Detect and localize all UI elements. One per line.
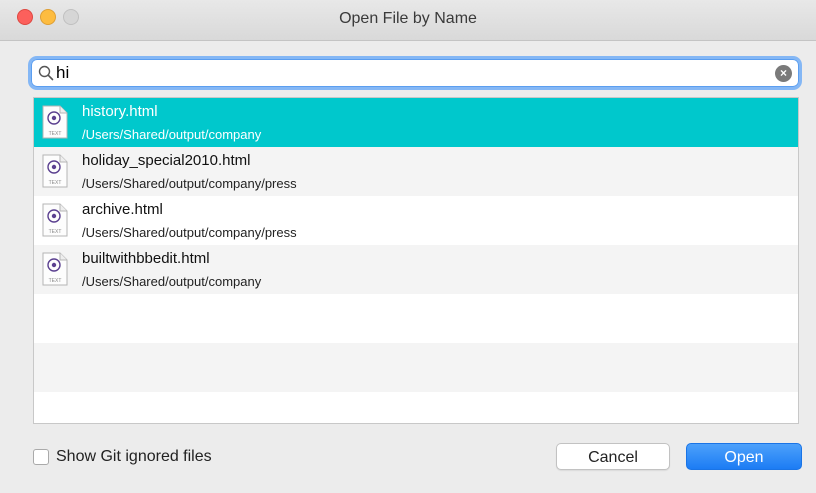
search-field[interactable]: × — [31, 59, 799, 87]
empty-row — [34, 343, 798, 392]
open-button[interactable]: Open — [686, 443, 802, 470]
search-input[interactable] — [56, 61, 756, 85]
result-row[interactable]: TEXT builtwithbbedit.html/Users/Shared/ou… — [34, 245, 798, 294]
file-name: history.html — [82, 103, 158, 120]
text-file-icon: TEXT — [42, 154, 68, 188]
file-path: /Users/Shared/output/company/press — [82, 225, 297, 240]
file-type-label: TEXT — [49, 131, 62, 137]
text-file-icon: TEXT — [42, 203, 68, 237]
title-bar: Open File by Name — [0, 0, 816, 41]
show-git-ignored-label[interactable]: Show Git ignored files — [56, 448, 212, 466]
search-icon — [38, 65, 54, 81]
cancel-button[interactable]: Cancel — [556, 443, 670, 470]
window-title: Open File by Name — [339, 10, 477, 27]
file-type-label: TEXT — [49, 180, 62, 186]
clear-search-icon[interactable]: × — [775, 65, 792, 82]
empty-row — [34, 392, 798, 423]
file-type-label: TEXT — [49, 278, 62, 284]
file-name: builtwithbbedit.html — [82, 250, 210, 267]
result-row[interactable]: TEXT history.html/Users/Shared/output/com… — [34, 98, 798, 147]
file-path: /Users/Shared/output/company — [82, 274, 262, 289]
file-name: archive.html — [82, 201, 163, 218]
text-file-icon: TEXT — [42, 252, 68, 286]
result-row[interactable]: TEXT archive.html/Users/Shared/output/com… — [34, 196, 798, 245]
results-list: TEXT history.html/Users/Shared/output/com… — [33, 97, 799, 424]
result-row[interactable]: TEXT holiday_special2010.html/Users/Share… — [34, 147, 798, 196]
file-path: /Users/Shared/output/company — [82, 127, 262, 142]
text-file-icon: TEXT — [42, 105, 68, 139]
file-type-label: TEXT — [49, 229, 62, 235]
open-file-dialog: Open File by Name × TEXT history.html/Use… — [0, 0, 816, 493]
empty-row — [34, 294, 798, 343]
file-path: /Users/Shared/output/company/press — [82, 176, 297, 191]
file-name: holiday_special2010.html — [82, 152, 251, 169]
show-git-ignored-checkbox[interactable] — [33, 449, 49, 465]
